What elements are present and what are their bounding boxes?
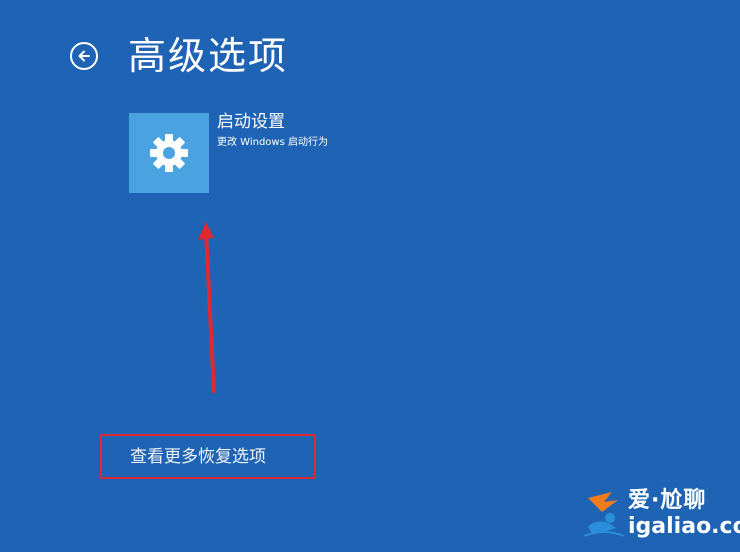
back-arrow-icon [78, 50, 90, 62]
startup-settings-description: 更改 Windows 启动行为 [217, 137, 328, 148]
back-button[interactable] [70, 42, 98, 70]
watermark-logo-icon [583, 492, 625, 537]
watermark: 爱·尬聊 igaliao.com [582, 482, 740, 548]
watermark-brand: 爱·尬聊 [628, 488, 707, 513]
gear-icon [150, 134, 188, 172]
more-recovery-options-link[interactable]: 查看更多恢复选项 [100, 434, 316, 479]
startup-settings-title[interactable]: 启动设置 [217, 111, 285, 133]
page-title: 高级选项 [128, 34, 289, 78]
watermark-domain: igaliao.com [628, 514, 740, 539]
startup-settings-tile[interactable] [129, 113, 209, 193]
more-recovery-options-label: 查看更多恢复选项 [130, 447, 266, 467]
